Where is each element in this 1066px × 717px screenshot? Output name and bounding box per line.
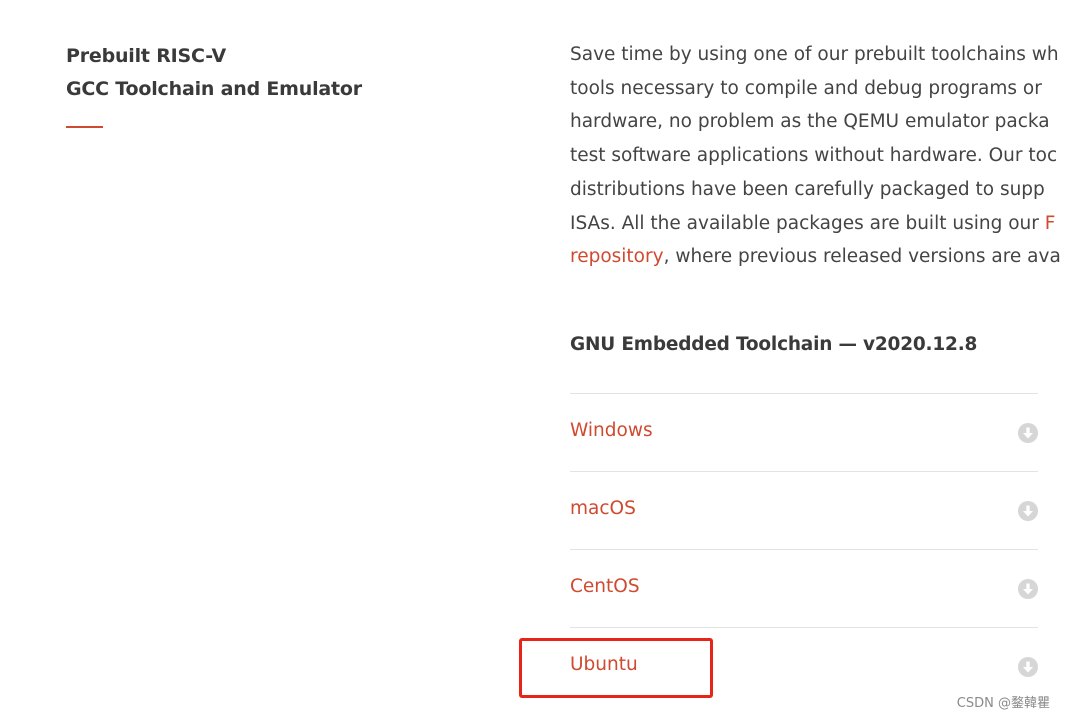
section-title-line-2: GCC Toolchain and Emulator	[66, 78, 362, 100]
download-circle-icon[interactable]	[1018, 579, 1038, 599]
download-item-centos[interactable]: CentOS	[570, 549, 1038, 627]
watermark: CSDN @鍪韓瞿	[956, 696, 1050, 711]
download-label-centos[interactable]: CentOS	[570, 576, 640, 597]
download-label-windows[interactable]: Windows	[570, 420, 653, 441]
intro-line-4: test software applications without hardw…	[570, 145, 1058, 167]
page: Prebuilt RISC-V GCC Toolchain and Emulat…	[0, 0, 1066, 717]
intro-line-2: tools necessary to compile and debug pro…	[570, 77, 1042, 99]
intro-line-7-text: , where previous released versions are a…	[663, 246, 1061, 268]
intro-line-6-text: ISAs. All the available packages are bui…	[570, 212, 1045, 234]
section-title: Prebuilt RISC-V GCC Toolchain and Emulat…	[66, 40, 362, 106]
annotation-highlight-box	[519, 638, 713, 698]
download-item-windows[interactable]: Windows	[570, 393, 1038, 471]
download-circle-icon[interactable]	[1018, 423, 1038, 443]
section-title-line-1: Prebuilt RISC-V	[66, 45, 227, 67]
download-circle-icon[interactable]	[1018, 501, 1038, 521]
download-item-macos[interactable]: macOS	[570, 471, 1038, 549]
toolchain-heading: GNU Embedded Toolchain — v2020.12.8	[570, 334, 978, 355]
intro-line-3: hardware, no problem as the QEMU emulato…	[570, 111, 1050, 133]
accent-divider	[66, 126, 103, 128]
intro-line-7: repository, where previous released vers…	[570, 240, 1066, 274]
repository-link[interactable]: repository	[570, 246, 664, 267]
intro-line-5: distributions have been carefully packag…	[570, 178, 1045, 200]
download-circle-icon[interactable]	[1018, 657, 1038, 677]
intro-line-6: ISAs. All the available packages are bui…	[570, 207, 1066, 241]
freedom-tools-link-start[interactable]: F	[1045, 213, 1056, 234]
intro-line-1: Save time by using one of our prebuilt t…	[570, 44, 1059, 65]
intro-paragraph: Save time by using one of our prebuilt t…	[570, 38, 1066, 274]
download-label-macos[interactable]: macOS	[570, 498, 636, 519]
